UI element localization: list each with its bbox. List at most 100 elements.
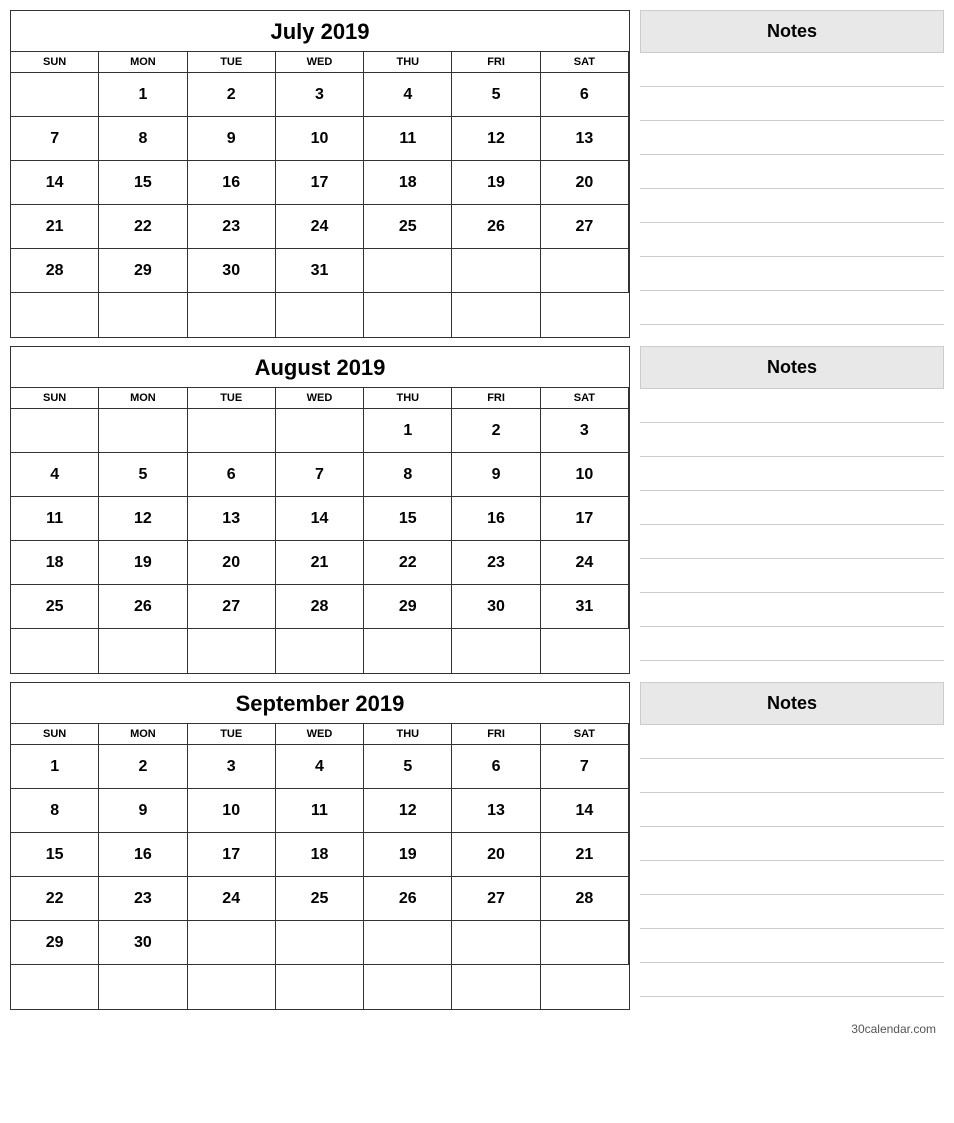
day-cell: 27 (188, 585, 276, 629)
day-cell: 31 (541, 585, 629, 629)
day-cell: 11 (276, 789, 364, 833)
day-cell: 9 (188, 117, 276, 161)
day-cell: 3 (276, 73, 364, 117)
notes-line[interactable] (640, 223, 944, 257)
notes-section-2: Notes (640, 682, 944, 1010)
day-header-MON: MON (99, 388, 187, 409)
day-cell: 14 (541, 789, 629, 833)
day-cell: 7 (11, 117, 99, 161)
day-cell (541, 965, 629, 1009)
day-header-SAT: SAT (541, 388, 629, 409)
day-cell (364, 249, 452, 293)
day-cell: 17 (541, 497, 629, 541)
day-cell (541, 249, 629, 293)
day-cell: 20 (188, 541, 276, 585)
notes-line[interactable] (640, 525, 944, 559)
notes-header-0: Notes (640, 10, 944, 53)
day-cell: 31 (276, 249, 364, 293)
day-cell: 18 (276, 833, 364, 877)
day-cell (452, 629, 540, 673)
notes-line[interactable] (640, 257, 944, 291)
day-cell (276, 629, 364, 673)
day-header-SAT: SAT (541, 52, 629, 73)
day-cell: 3 (188, 745, 276, 789)
notes-line[interactable] (640, 759, 944, 793)
day-header-FRI: FRI (452, 388, 540, 409)
day-cell: 6 (541, 73, 629, 117)
notes-line[interactable] (640, 189, 944, 223)
day-cell: 13 (541, 117, 629, 161)
calendar-grid-0: SUNMONTUEWEDTHUFRISAT1234567891011121314… (11, 52, 629, 337)
day-cell (276, 921, 364, 965)
notes-line[interactable] (640, 423, 944, 457)
day-cell: 11 (364, 117, 452, 161)
notes-line[interactable] (640, 861, 944, 895)
notes-line[interactable] (640, 963, 944, 997)
notes-line[interactable] (640, 895, 944, 929)
notes-line[interactable] (640, 491, 944, 525)
day-cell: 22 (11, 877, 99, 921)
day-header-TUE: TUE (188, 52, 276, 73)
day-cell (11, 293, 99, 337)
day-cell: 3 (541, 409, 629, 453)
day-header-WED: WED (276, 388, 364, 409)
calendar-2: September 2019SUNMONTUEWEDTHUFRISAT12345… (10, 682, 630, 1010)
day-cell: 8 (99, 117, 187, 161)
day-cell: 5 (364, 745, 452, 789)
calendar-0: July 2019SUNMONTUEWEDTHUFRISAT1234567891… (10, 10, 630, 338)
day-cell: 24 (276, 205, 364, 249)
notes-line[interactable] (640, 725, 944, 759)
day-cell: 15 (11, 833, 99, 877)
notes-section-1: Notes (640, 346, 944, 674)
notes-line[interactable] (640, 87, 944, 121)
day-cell: 28 (541, 877, 629, 921)
day-cell (364, 629, 452, 673)
day-cell: 5 (452, 73, 540, 117)
day-cell: 17 (188, 833, 276, 877)
day-header-FRI: FRI (452, 52, 540, 73)
day-header-TUE: TUE (188, 724, 276, 745)
notes-line[interactable] (640, 827, 944, 861)
day-header-THU: THU (364, 388, 452, 409)
day-header-THU: THU (364, 52, 452, 73)
day-cell: 23 (99, 877, 187, 921)
day-cell (99, 629, 187, 673)
day-cell (452, 249, 540, 293)
day-cell: 15 (99, 161, 187, 205)
month-row-2: September 2019SUNMONTUEWEDTHUFRISAT12345… (10, 682, 944, 1010)
day-cell: 4 (276, 745, 364, 789)
day-cell (276, 293, 364, 337)
notes-line[interactable] (640, 793, 944, 827)
notes-line[interactable] (640, 389, 944, 423)
day-cell: 21 (11, 205, 99, 249)
notes-section-0: Notes (640, 10, 944, 338)
day-cell (188, 409, 276, 453)
notes-line[interactable] (640, 593, 944, 627)
day-header-MON: MON (99, 724, 187, 745)
day-cell: 4 (11, 453, 99, 497)
notes-line[interactable] (640, 155, 944, 189)
notes-line[interactable] (640, 291, 944, 325)
day-cell: 6 (188, 453, 276, 497)
day-cell: 10 (188, 789, 276, 833)
day-cell: 14 (276, 497, 364, 541)
notes-line[interactable] (640, 559, 944, 593)
day-cell: 11 (11, 497, 99, 541)
day-cell: 10 (276, 117, 364, 161)
day-cell: 26 (99, 585, 187, 629)
notes-line[interactable] (640, 121, 944, 155)
day-header-TUE: TUE (188, 388, 276, 409)
notes-line[interactable] (640, 627, 944, 661)
day-cell: 9 (452, 453, 540, 497)
day-cell: 26 (452, 205, 540, 249)
notes-line[interactable] (640, 53, 944, 87)
day-header-FRI: FRI (452, 724, 540, 745)
day-cell: 6 (452, 745, 540, 789)
day-cell: 27 (541, 205, 629, 249)
notes-line[interactable] (640, 929, 944, 963)
day-cell (276, 409, 364, 453)
notes-line[interactable] (640, 457, 944, 491)
day-cell (541, 921, 629, 965)
day-cell: 7 (276, 453, 364, 497)
calendar-1: August 2019SUNMONTUEWEDTHUFRISAT12345678… (10, 346, 630, 674)
